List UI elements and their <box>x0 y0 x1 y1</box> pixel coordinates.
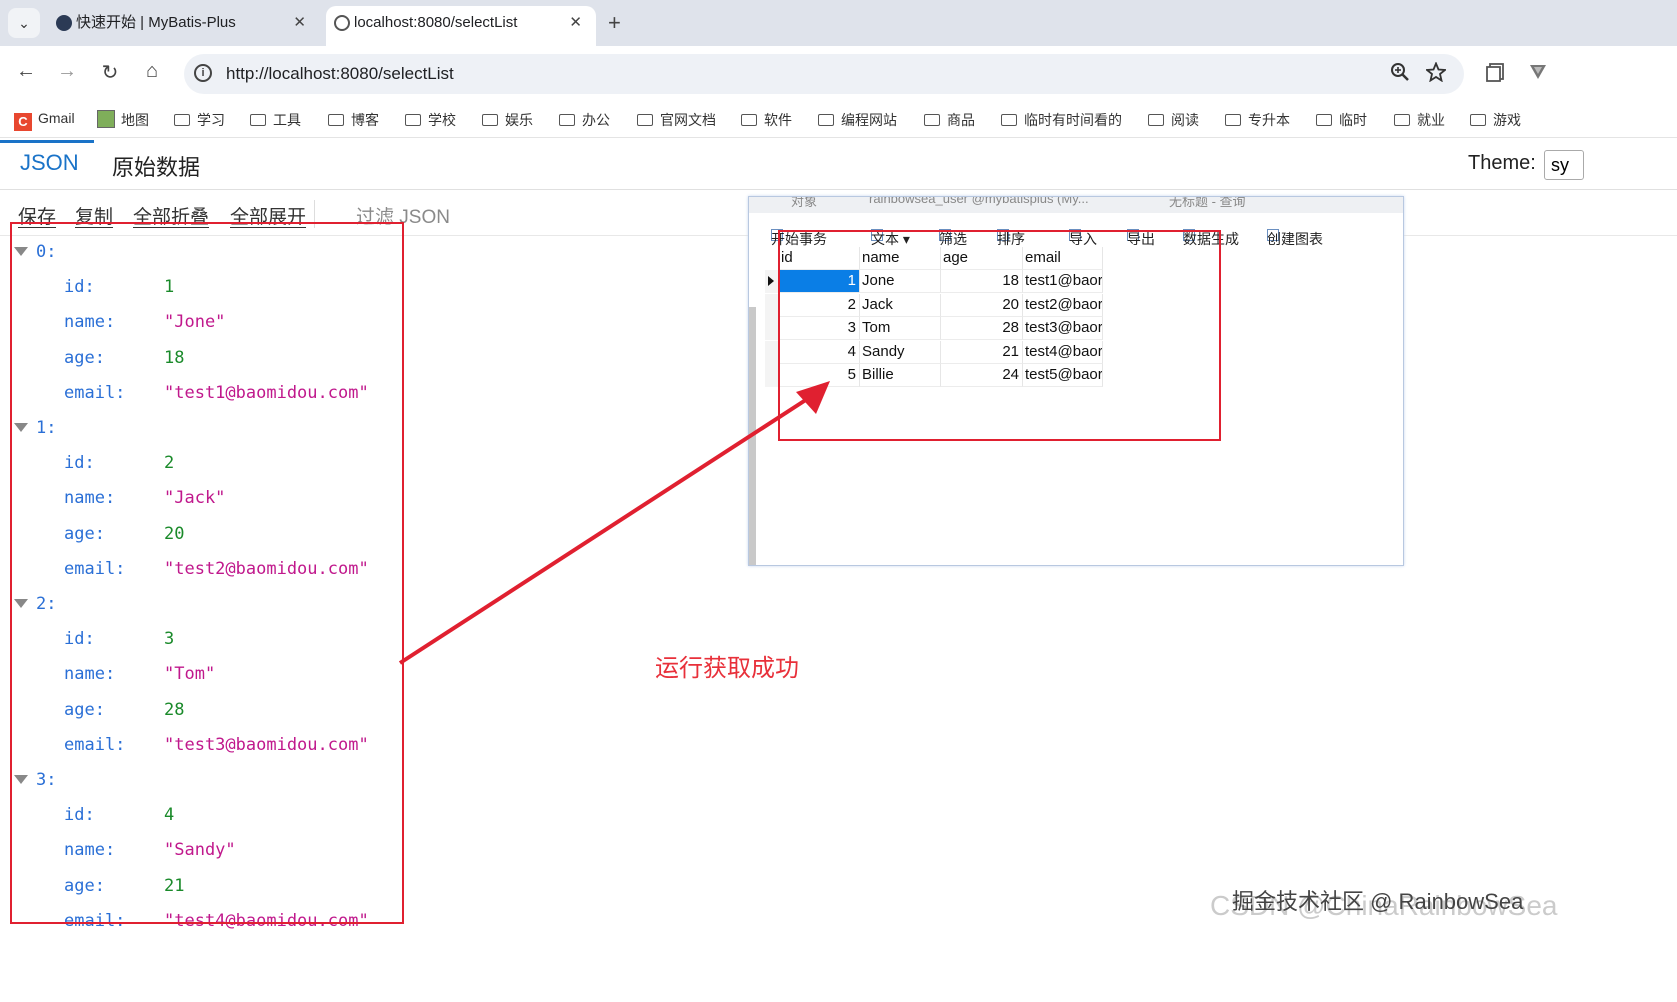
annotation-arrow <box>398 381 830 665</box>
annotation-text: 运行获取成功 <box>655 655 799 682</box>
watermark-juejin: 掘金技术社区 @ RainbowSea <box>1232 889 1524 914</box>
arrow-head <box>796 381 830 414</box>
arrow-shaft <box>398 390 820 665</box>
